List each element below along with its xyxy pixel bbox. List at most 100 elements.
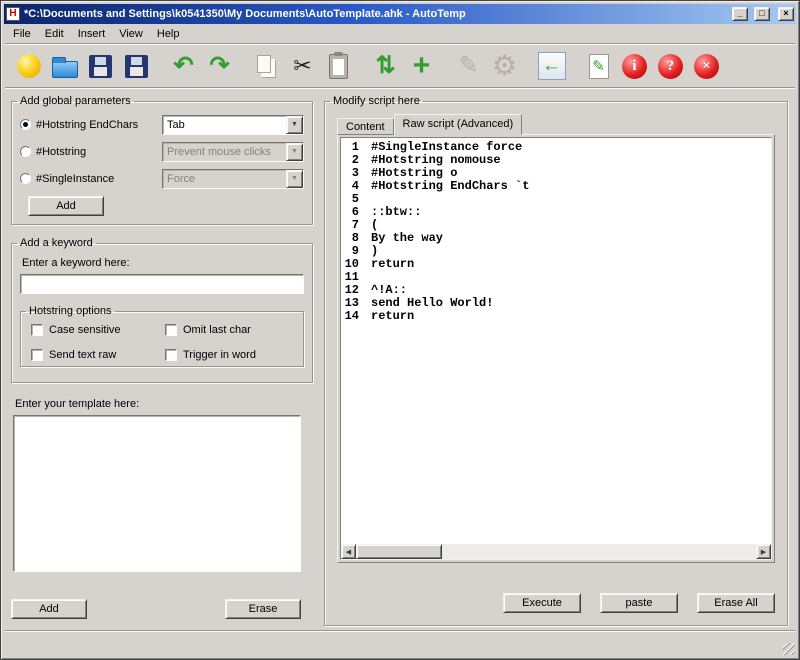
resize-grip-icon[interactable] (783, 643, 795, 655)
chevron-down-icon: ▼ (286, 142, 303, 161)
refresh-toolbar-button[interactable]: ⇅ (369, 49, 402, 83)
left-panel: Add global parameters #Hotstring EndChar… (11, 95, 313, 626)
dropdown-force: Force ▼ (162, 168, 304, 189)
modify-script-toolbar-button[interactable]: ✎ (582, 49, 615, 83)
code-text: ::btw:: (371, 205, 422, 219)
back-arrow-toolbar-button[interactable]: ← (535, 49, 568, 83)
tab-content[interactable]: Content (337, 118, 394, 135)
paste-button[interactable]: paste (600, 593, 678, 613)
template-erase-button[interactable]: Erase (225, 599, 301, 619)
global-param-row: #Hotstring Prevent mouse clicks ▼ (20, 138, 304, 165)
execute-button[interactable]: Execute (503, 593, 581, 613)
checkbox-label: Case sensitive (49, 324, 121, 336)
checkbox-icon (31, 324, 43, 336)
group-title: Hotstring options (29, 305, 112, 317)
checkbox-label: Omit last char (183, 324, 251, 336)
horizontal-scrollbar[interactable]: ◀ ▶ (341, 544, 771, 559)
paste-icon (329, 51, 348, 79)
paste-toolbar-button[interactable] (322, 49, 355, 83)
radio-label: #SingleInstance (36, 172, 115, 185)
close-button[interactable]: × (778, 7, 794, 21)
checkbox-send-text-raw[interactable]: Send text raw (31, 349, 165, 361)
radio-singleinstance[interactable]: #SingleInstance (20, 173, 162, 185)
add-toolbar-button[interactable]: + (405, 49, 438, 83)
app-icon: H (6, 7, 20, 21)
erase-all-button[interactable]: Erase All (697, 593, 775, 613)
raw-script-tab-panel: 1 #SingleInstance force 2 #Hotstring nomous… (337, 134, 775, 563)
settings-gear-icon: ⚙ (491, 50, 518, 81)
group-title: Add a keyword (20, 237, 93, 249)
template-textarea[interactable] (13, 415, 301, 572)
group-add-keyword: Add a keyword Enter a keyword here: Hots… (11, 237, 313, 383)
radio-hotstring-endchars[interactable]: #Hotstring EndChars (20, 119, 162, 131)
menu-insert[interactable]: Insert (71, 26, 113, 42)
keyword-input[interactable] (20, 274, 304, 294)
radio-button-icon (20, 119, 31, 130)
new-toolbar-button[interactable] (12, 49, 45, 83)
chevron-down-icon[interactable]: ▼ (286, 115, 303, 134)
scroll-left-button[interactable]: ◀ (341, 544, 356, 559)
cut-toolbar-button[interactable]: ✂ (286, 49, 319, 83)
global-params-rows: #Hotstring EndChars Tab ▼ #Hotstring Prevent… (12, 107, 312, 192)
save-as-toolbar-button[interactable] (120, 49, 153, 83)
open-folder-toolbar-button[interactable] (48, 49, 81, 83)
menu-edit[interactable]: Edit (38, 26, 71, 42)
checkbox-omit-last-char[interactable]: Omit last char (165, 324, 299, 336)
chevron-down-icon: ▼ (286, 169, 303, 188)
checkbox-icon (165, 349, 177, 361)
refresh-icon: ⇅ (375, 52, 396, 79)
dropdown-prevent-mouse-clicks: Prevent mouse clicks ▼ (162, 141, 304, 162)
editor-line: 6::btw:: (341, 206, 771, 219)
global-param-row: #Hotstring EndChars Tab ▼ (20, 111, 304, 138)
toolbar: ↶ ↷ ✂ ⇅ + ✎ ⚙ ← ✎ i? × (4, 45, 796, 87)
script-action-buttons: Execute paste Erase All (503, 593, 775, 613)
app-window: H *C:\Documents and Settings\k0541350\My… (0, 0, 800, 660)
dropdown-value: Prevent mouse clicks (167, 145, 271, 158)
window-title: *C:\Documents and Settings\k0541350\My D… (24, 8, 466, 20)
settings-gear-toolbar-button[interactable]: ⚙ (488, 49, 521, 83)
copy-toolbar-button[interactable] (250, 49, 283, 83)
exit-toolbar-button[interactable]: × (690, 49, 723, 83)
info-toolbar-button[interactable]: i (618, 49, 651, 83)
tab-raw-script-advanced[interactable]: Raw script (Advanced) (393, 114, 523, 135)
redo-toolbar-button[interactable]: ↷ (203, 49, 236, 83)
template-label: Enter your template here: (15, 398, 140, 410)
radio-button-icon (20, 146, 31, 157)
new-icon (16, 54, 41, 78)
undo-icon: ↶ (173, 52, 194, 79)
dropdown-tab[interactable]: Tab ▼ (162, 114, 304, 135)
scroll-thumb[interactable] (356, 544, 442, 559)
maximize-button[interactable]: □ (754, 7, 770, 21)
minimize-button[interactable]: _ (732, 7, 748, 21)
edit-toolbar-button[interactable]: ✎ (452, 49, 485, 83)
back-arrow-icon: ← (537, 52, 566, 80)
group-add-global-parameters: Add global parameters #Hotstring EndChar… (11, 95, 313, 225)
editor-line: 8 By the way (341, 232, 771, 245)
help-toolbar-button[interactable]: ? (654, 49, 687, 83)
menu-file[interactable]: File (6, 26, 38, 42)
code-text: return (371, 309, 415, 323)
help-icon: ? (658, 53, 683, 79)
modify-script-icon: ✎ (588, 53, 609, 79)
scroll-right-button[interactable]: ▶ (756, 544, 771, 559)
menubar: File Edit Insert View Help (4, 24, 796, 43)
info-icon: i (622, 53, 647, 79)
right-panel: Modify script here Content Raw script (Ad… (324, 95, 788, 626)
menu-view[interactable]: View (112, 26, 150, 42)
add-icon: + (412, 49, 431, 82)
save-toolbar-button[interactable] (84, 49, 117, 83)
global-add-button[interactable]: Add (28, 196, 104, 216)
editor-line: 4 #Hotstring EndChars `t (341, 180, 771, 193)
group-hotstring-options: Hotstring options Case sensitive Omit las… (20, 305, 304, 367)
checkbox-trigger-in-word[interactable]: Trigger in word (165, 349, 299, 361)
radio-hotstring[interactable]: #Hotstring (20, 146, 162, 158)
status-bar (4, 632, 796, 656)
scroll-track[interactable] (442, 544, 756, 559)
script-editor[interactable]: 1 #SingleInstance force 2 #Hotstring nomous… (340, 137, 772, 560)
template-add-button[interactable]: Add (11, 599, 87, 619)
undo-toolbar-button[interactable]: ↶ (167, 49, 200, 83)
checkbox-case-sensitive[interactable]: Case sensitive (31, 324, 165, 336)
code-text: return (371, 257, 415, 271)
titlebar: H *C:\Documents and Settings\k0541350\My… (4, 4, 796, 24)
menu-help[interactable]: Help (150, 26, 187, 42)
